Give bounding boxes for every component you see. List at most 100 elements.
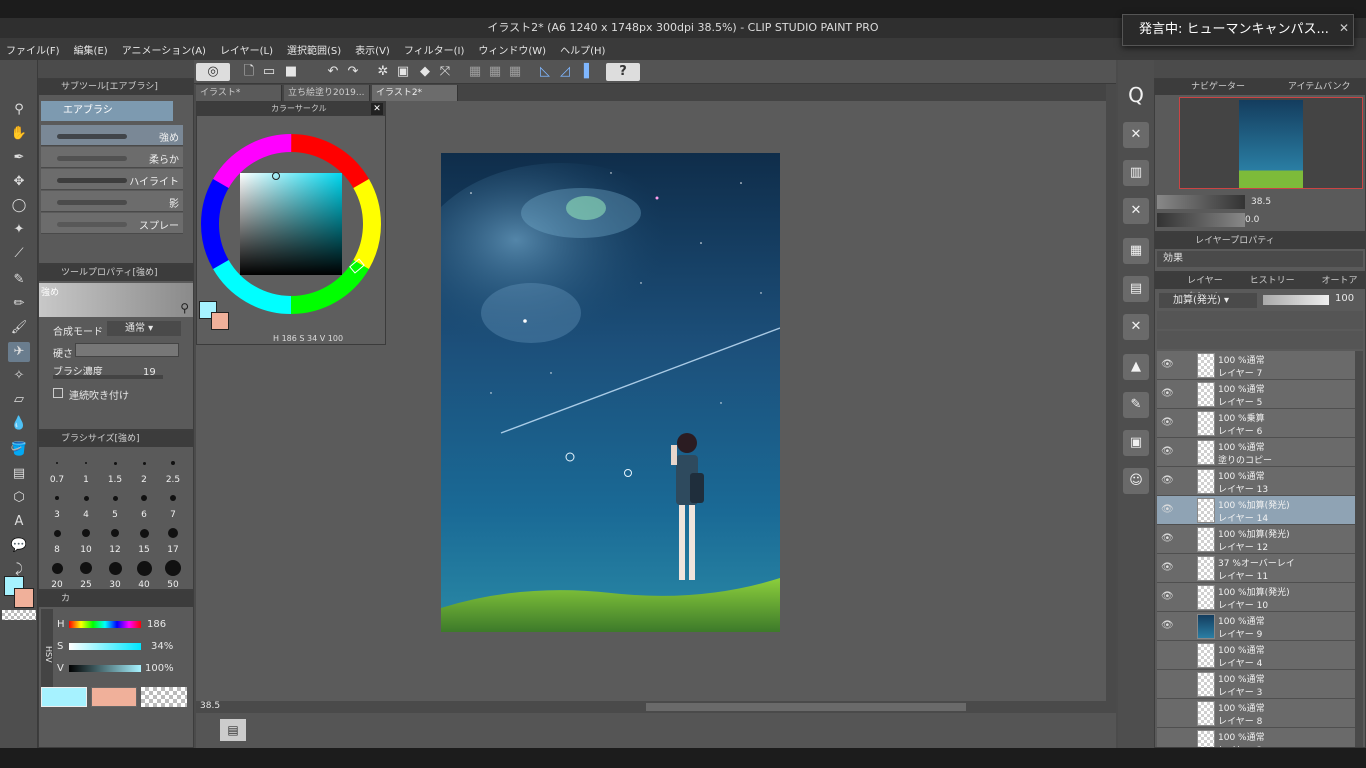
layer-opacity-slider[interactable] xyxy=(1263,295,1329,305)
color-panel-tab[interactable]: カ xyxy=(39,591,193,607)
brush-size-option[interactable]: 50 xyxy=(159,556,187,590)
clip-studio-icon[interactable]: ◎ xyxy=(196,63,230,81)
effect-dropdown[interactable]: 効果 xyxy=(1157,251,1363,267)
new-file-icon[interactable]: 🗋 xyxy=(240,63,258,81)
layer-row[interactable]: 👁 100 %通常 レイヤー 7 xyxy=(1157,351,1355,380)
airbrush-icon[interactable]: ✈ xyxy=(8,342,30,362)
eye-icon[interactable]: 👁 xyxy=(1161,562,1175,574)
effect-icon[interactable]: ✕ xyxy=(1123,314,1149,340)
rotation-slider[interactable] xyxy=(1157,213,1245,227)
clear-outside-icon[interactable]: ▣ xyxy=(394,63,412,81)
redo-icon[interactable]: ↷ xyxy=(344,63,362,81)
zoom-icon[interactable]: ⚲ xyxy=(8,100,30,120)
eyedropper-icon[interactable]: ✒ xyxy=(8,148,30,168)
subtool-item-spray[interactable]: スプレー xyxy=(41,213,183,234)
saturation-slider[interactable] xyxy=(69,643,141,650)
brush-size-option[interactable]: 1 xyxy=(72,451,100,485)
eye-icon[interactable]: 👁 xyxy=(1161,388,1175,400)
menu-layer[interactable]: レイヤー(L) xyxy=(220,42,273,57)
layer-row[interactable]: 100 %通常レイヤー 2 xyxy=(1157,728,1355,747)
layer-row[interactable]: 100 %通常 レイヤー 8 xyxy=(1157,699,1355,728)
snap-special-ruler-icon[interactable]: ◿ xyxy=(556,63,574,81)
brush-size-option[interactable]: 7 xyxy=(159,486,187,520)
brush-size-option[interactable]: 25 xyxy=(72,556,100,590)
horizontal-scrollbar[interactable]: 38.5 xyxy=(196,701,1116,713)
sub-color-chip[interactable] xyxy=(91,687,137,707)
transparent-color-chip[interactable] xyxy=(141,687,187,707)
menu-animation[interactable]: アニメーション(A) xyxy=(122,42,206,57)
brush-size-option[interactable]: 0.7 xyxy=(43,451,71,485)
brush-size-option[interactable]: 5 xyxy=(101,486,129,520)
tab-layer[interactable]: レイヤー xyxy=(1187,276,1223,286)
hand-icon[interactable]: ✋ xyxy=(8,124,30,144)
layer-row[interactable]: 👁 100 %加算(発光) レイヤー 14 xyxy=(1157,496,1355,525)
layer-row[interactable]: 👁 100 %通常 レイヤー 5 xyxy=(1157,380,1355,409)
subtool-group-airbrush[interactable]: エアブラシ xyxy=(41,101,173,121)
eraser-icon[interactable]: ▱ xyxy=(8,390,30,410)
sub-color-chip[interactable] xyxy=(211,312,229,330)
brush-size-option[interactable]: 12 xyxy=(101,521,129,555)
hardness-slider[interactable] xyxy=(75,343,179,357)
menu-window[interactable]: ウィンドウ(W) xyxy=(478,42,546,57)
sub-color-swatch[interactable] xyxy=(14,588,34,608)
fill-icon[interactable]: ◆ xyxy=(416,63,434,81)
brush-size-option[interactable]: 30 xyxy=(101,556,129,590)
fill-bucket-icon[interactable]: 🪣 xyxy=(8,440,30,460)
layer-row[interactable]: 👁 100 %加算(発光) レイヤー 12 xyxy=(1157,525,1355,554)
brush-size-option[interactable]: 2 xyxy=(130,451,158,485)
timeline-icon[interactable]: ▤ xyxy=(220,719,246,741)
eye-icon[interactable]: 👁 xyxy=(1161,446,1175,458)
zoom-slider[interactable] xyxy=(1157,195,1245,209)
eye-icon[interactable]: 👁 xyxy=(1161,504,1175,516)
brush-size-option[interactable]: 15 xyxy=(130,521,158,555)
brush-size-option[interactable]: 6 xyxy=(130,486,158,520)
edit-icon[interactable]: ✎ xyxy=(1123,392,1149,418)
brush-size-option[interactable]: 2.5 xyxy=(159,451,187,485)
brush-size-option[interactable]: 8 xyxy=(43,521,71,555)
brush-icon[interactable]: 🖌 xyxy=(8,318,30,338)
snap-grid-icon[interactable]: ▌ xyxy=(580,63,598,81)
snap-ruler-icon[interactable]: ◺ xyxy=(536,63,554,81)
image-icon[interactable]: ▲ xyxy=(1123,354,1149,380)
tab-item-bank[interactable]: アイテムバンク xyxy=(1288,82,1351,92)
eye-icon[interactable]: 👁 xyxy=(1161,591,1175,603)
box-icon[interactable]: ▣ xyxy=(1123,430,1149,456)
tab-standing[interactable]: 立ち絵塗り2019... xyxy=(284,85,370,101)
open-folder-icon[interactable]: ▭ xyxy=(260,63,278,81)
brush-size-option[interactable]: 40 xyxy=(130,556,158,590)
material-tool-icon[interactable]: ✕ xyxy=(1123,198,1149,224)
tab-illust[interactable]: イラスト* xyxy=(196,85,282,101)
value-slider[interactable] xyxy=(69,665,141,672)
menu-edit[interactable]: 編集(E) xyxy=(74,42,108,57)
menu-help[interactable]: ヘルプ(H) xyxy=(560,42,605,57)
pen-tool-icon[interactable]: ✎ xyxy=(8,270,30,290)
zoom-icon[interactable]: ⚲ xyxy=(180,301,189,315)
layer-row[interactable]: 👁 100 %通常 レイヤー 9 xyxy=(1157,612,1355,641)
main-color-chip[interactable] xyxy=(41,687,87,707)
vertical-scrollbar[interactable] xyxy=(1106,84,1116,701)
layer-row[interactable]: 👁 100 %通常 レイヤー 13 xyxy=(1157,467,1355,496)
subtool-item-soft[interactable]: 柔らか xyxy=(41,147,183,168)
text-icon[interactable]: A xyxy=(8,512,30,532)
deselect-icon[interactable]: ▦ xyxy=(466,63,484,81)
material-icon[interactable]: ✕ xyxy=(1123,122,1149,148)
pick-icon[interactable]: ⟋ xyxy=(8,244,30,264)
transform-icon[interactable]: ⤧ xyxy=(436,63,454,81)
move-icon[interactable]: ✥ xyxy=(8,172,30,192)
subtool-item-highlight[interactable]: ハイライト xyxy=(41,169,183,190)
brush-size-option[interactable]: 10 xyxy=(72,521,100,555)
tab-navigator[interactable]: ナビゲーター xyxy=(1191,82,1245,92)
undo-icon[interactable]: ↶ xyxy=(324,63,342,81)
color-mode-tab[interactable]: HSV xyxy=(41,609,53,699)
layer-row[interactable]: 👁 100 %乗算 レイヤー 6 xyxy=(1157,409,1355,438)
material-folder-icon[interactable]: ▥ xyxy=(1123,160,1149,186)
blend-icon[interactable]: 💧 xyxy=(8,414,30,434)
figure-3d-icon[interactable]: ☺ xyxy=(1123,468,1149,494)
menu-selection[interactable]: 選択範囲(S) xyxy=(287,42,341,57)
close-icon[interactable]: ✕ xyxy=(371,103,383,115)
brush-size-option[interactable]: 20 xyxy=(43,556,71,590)
menu-view[interactable]: 表示(V) xyxy=(355,42,390,57)
eye-icon[interactable]: 👁 xyxy=(1161,533,1175,545)
menu-file[interactable]: ファイル(F) xyxy=(6,42,60,57)
search-icon[interactable]: Q xyxy=(1123,82,1149,108)
